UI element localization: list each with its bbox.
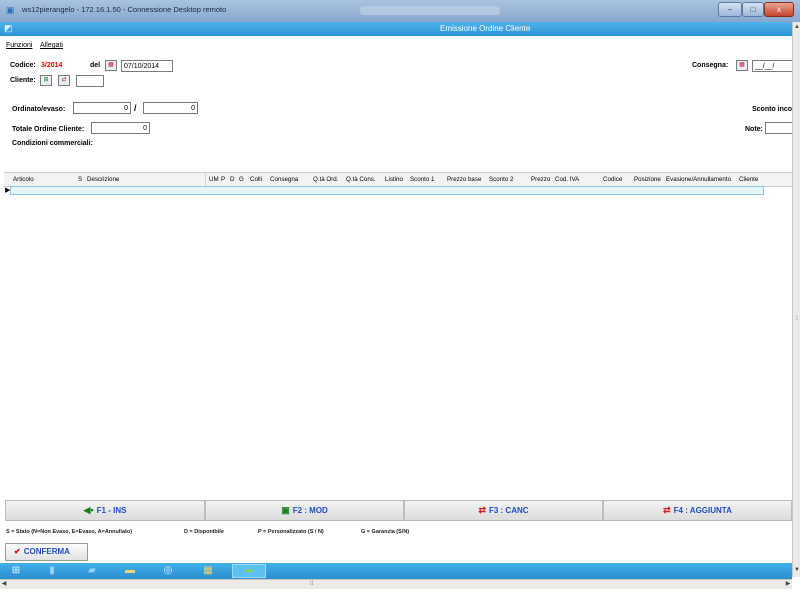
add-icon: ⇄ [663, 505, 671, 515]
consegna-label: Consegna: [692, 62, 729, 69]
app-icon: ◩ [4, 23, 13, 33]
customer-search-icon[interactable]: ⊞ [40, 75, 52, 86]
del-label: del [90, 62, 101, 69]
col-separator [205, 173, 206, 186]
col-cod-iva[interactable]: Cod. IVA [555, 176, 579, 183]
customer-swap-icon[interactable]: ⇄ [58, 75, 70, 86]
remote-desktop-icon: ▣ [6, 5, 15, 15]
insert-icon: ◀▪ [83, 505, 94, 515]
horizontal-scrollbar[interactable]: ◀ ⁞⁞ ▶ [0, 579, 792, 589]
col-listino[interactable]: Listino [385, 176, 403, 183]
evaso-field[interactable]: 0 [143, 102, 198, 114]
date-field[interactable]: 07/10/2014 [121, 60, 173, 72]
col-codice[interactable]: Codice [603, 176, 622, 183]
start-icon[interactable]: ⊞ [4, 564, 28, 578]
minimize-button[interactable]: – [718, 2, 742, 17]
cliente-field[interactable] [76, 75, 104, 87]
f2-label: F2 : MOD [292, 506, 328, 515]
window-title: ws12pierangelo - 172.16.1.50 - Connessio… [22, 5, 227, 14]
modify-icon: ▣ [281, 505, 290, 515]
powershell-icon[interactable]: ▰ [80, 564, 104, 578]
remote-desktop-title-bar: ▣ ws12pierangelo - 172.16.1.50 - Conness… [0, 0, 800, 23]
scroll-right-icon[interactable]: ▶ [784, 580, 792, 589]
app-title: Emissione Ordine Cliente [440, 24, 531, 33]
col-p[interactable]: P [221, 176, 225, 183]
totale-label: Totale Ordine Cliente: [12, 126, 85, 133]
check-icon: ✔ [14, 547, 21, 556]
menu-funzioni[interactable]: Funzioni [6, 42, 32, 49]
scroll-down-icon[interactable]: ▼ [793, 566, 800, 574]
consegna-calendar-icon[interactable]: ▦ [736, 60, 748, 71]
f2-modify-button[interactable]: ▣ F2 : MOD [205, 500, 404, 521]
ordinato-field[interactable]: 0 [73, 102, 131, 114]
col-s[interactable]: S [78, 176, 82, 183]
note-label: Note: [745, 126, 763, 133]
browser-icon[interactable]: ◎ [156, 564, 180, 578]
condizioni-label: Condizioni commerciali: [12, 140, 93, 147]
codice-value: 3/2014 [41, 62, 63, 69]
totale-field: 0 [91, 122, 150, 134]
menu-bar: Funzioni Allegati [6, 42, 69, 49]
col-qta-cons[interactable]: Q.tà Cons. [346, 176, 376, 183]
col-posizione[interactable]: Posizione [634, 176, 661, 183]
close-button[interactable]: x [764, 2, 794, 17]
col-consegna[interactable]: Consegna [270, 176, 298, 183]
col-qta-ord[interactable]: Q.tà Ord. [313, 176, 338, 183]
server-manager-icon[interactable]: ▮ [40, 564, 64, 578]
sconto-label: Sconto inco [752, 106, 793, 113]
col-g[interactable]: G [239, 176, 244, 183]
legend-personalizzato: P = Personalizzato (S / N) [258, 529, 324, 535]
col-descrizione[interactable]: Descrizione [87, 176, 119, 183]
ordinato-separator: / [134, 103, 137, 113]
col-evasione[interactable]: Evasione/Annullamento [666, 176, 731, 183]
ordinato-label: Ordinato/evaso: [12, 106, 66, 113]
legend-stato: S = Stato (N=Non Evaso, E=Evaso, A=Annul… [6, 529, 133, 535]
col-prezzo-base[interactable]: Prezzo base [447, 176, 481, 183]
vertical-scrollbar[interactable]: ▲ ⁞ ▼ [792, 22, 800, 577]
f1-insert-button[interactable]: ◀▪ F1 - INS [5, 500, 205, 521]
grid-body[interactable] [4, 196, 792, 498]
active-app-icon[interactable]: ➡ [232, 564, 266, 578]
maximize-button[interactable]: □ [742, 2, 764, 17]
col-cliente[interactable]: Cliente [739, 176, 758, 183]
col-colli[interactable]: Colli [250, 176, 262, 183]
table-row[interactable] [10, 186, 764, 195]
app-icon-taskbar[interactable]: ▦ [196, 564, 220, 578]
col-articolo[interactable]: Articolo [13, 176, 34, 183]
col-d[interactable]: D [230, 176, 234, 183]
confirm-label: CONFERMA [23, 547, 70, 556]
col-sconto-2[interactable]: Sconto 2 [489, 176, 513, 183]
scroll-hgrip-icon[interactable]: ⁞⁞ [310, 580, 313, 589]
confirm-button[interactable]: ✔ CONFERMA [5, 543, 88, 561]
f3-label: F3 : CANC [488, 506, 529, 515]
f1-label: F1 - INS [96, 506, 127, 515]
menu-allegati[interactable]: Allegati [40, 42, 63, 49]
legend-disponibile: D = Disponibile [184, 529, 224, 535]
scroll-up-icon[interactable]: ▲ [793, 23, 800, 31]
cliente-label: Cliente: [10, 77, 36, 84]
blurred-title-region [360, 6, 500, 15]
col-um[interactable]: UM [209, 176, 219, 183]
col-sconto-1[interactable]: Sconto 1 [410, 176, 434, 183]
col-prezzo[interactable]: Prezzo [531, 176, 550, 183]
app-title-bar: ◩ Emissione Ordine Cliente [0, 22, 792, 36]
note-field[interactable] [765, 122, 792, 134]
f4-label: F4 : AGGIUNTA [673, 506, 732, 515]
scroll-grip-icon[interactable]: ⁞ [794, 316, 800, 322]
f4-add-button[interactable]: ⇄ F4 : AGGIUNTA [603, 500, 792, 521]
f3-delete-button[interactable]: ⇄ F3 : CANC [404, 500, 603, 521]
codice-label: Codice: [10, 62, 36, 69]
calendar-icon[interactable]: ▦ [105, 60, 117, 71]
scroll-left-icon[interactable]: ◀ [0, 580, 8, 589]
legend-garanzia: G = Garanzia (S/N) [361, 529, 410, 535]
consegna-field[interactable]: __/__/ [752, 60, 792, 72]
folder-icon[interactable]: ▬ [118, 564, 142, 578]
grid-header: Articolo S Descrizione UM P D G Colli Co… [4, 172, 792, 187]
delete-icon: ⇄ [478, 505, 486, 515]
taskbar: ⊞ ▮ ▰ ▬ ◎ ▦ ➡ [0, 563, 792, 579]
